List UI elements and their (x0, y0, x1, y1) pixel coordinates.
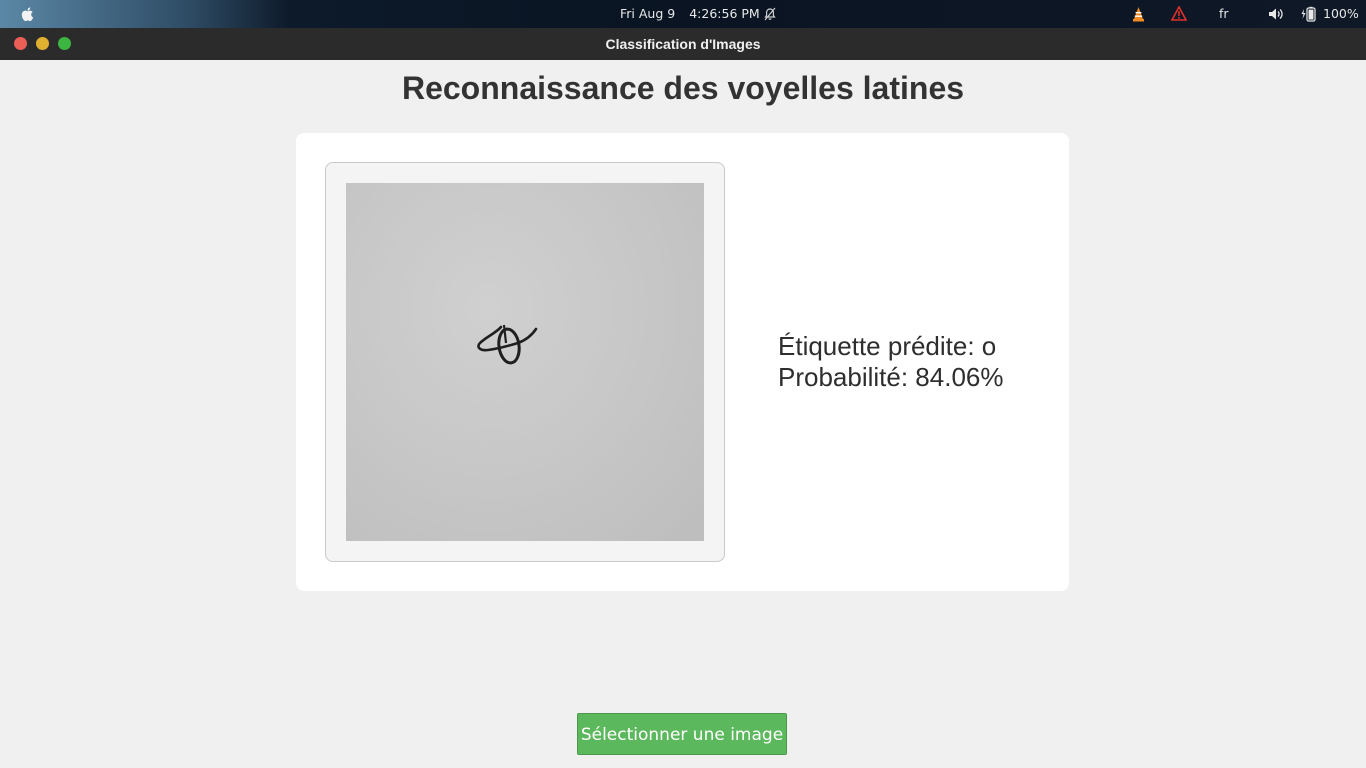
system-top-bar: Fri Aug 9 4:26:56 PM fr 100% (0, 0, 1366, 28)
prediction-result: Étiquette prédite: o Probabilité: 84.06% (778, 331, 1003, 393)
battery-icon[interactable] (1301, 6, 1317, 22)
date-time[interactable]: Fri Aug 9 4:26:56 PM (620, 6, 760, 21)
bell-muted-icon[interactable] (763, 7, 777, 21)
apple-icon[interactable] (19, 5, 37, 23)
volume-icon[interactable] (1268, 7, 1284, 21)
battery-percentage: 100% (1323, 6, 1359, 21)
page-title: Reconnaissance des voyelles latines (401, 70, 965, 106)
warning-icon[interactable] (1171, 6, 1187, 21)
image-preview-frame (325, 162, 725, 562)
date-text: Fri Aug 9 (620, 6, 676, 21)
predicted-label-text: Étiquette prédite: o (778, 331, 997, 361)
language-indicator[interactable]: fr (1219, 6, 1229, 21)
vlc-icon[interactable] (1131, 6, 1146, 22)
time-text: 4:26:56 PM (689, 6, 760, 21)
window-title: Classification d'Images (605, 36, 761, 52)
probability-text: Probabilité: 84.06% (778, 362, 1004, 392)
handwritten-vowel-drawing (477, 324, 538, 365)
handwritten-image-preview (346, 183, 704, 541)
select-image-button[interactable]: Sélectionner une image (577, 713, 787, 755)
window-title-bar[interactable]: Classification d'Images (0, 28, 1366, 60)
